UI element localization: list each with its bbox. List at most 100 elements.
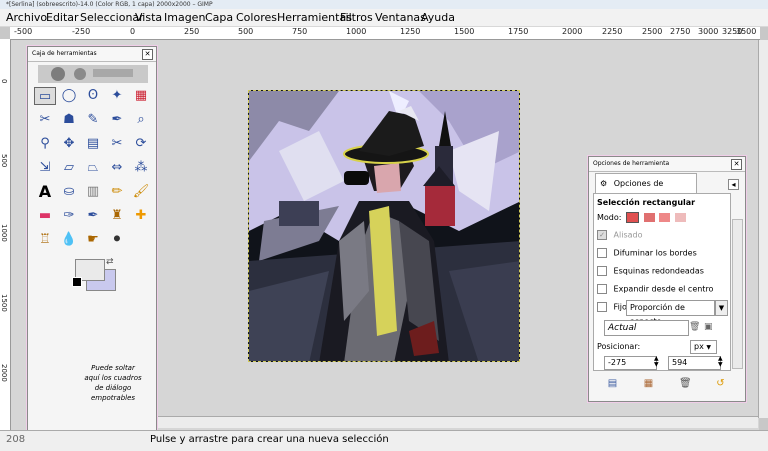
- antialias-checkbox[interactable]: ✓: [597, 230, 607, 240]
- tab-menu-icon[interactable]: ◂: [728, 179, 739, 190]
- vertical-ruler[interactable]: 0 500 1000 1500 2000: [0, 39, 11, 431]
- select-by-color-icon[interactable]: ▦: [130, 87, 152, 105]
- delete-icon[interactable]: 🗑: [679, 379, 692, 389]
- menu-imagen[interactable]: Imagen: [164, 11, 205, 24]
- cage-icon[interactable]: ⁂: [130, 159, 152, 177]
- fuzzy-select-icon[interactable]: ✦: [106, 87, 128, 105]
- paintbrush-icon[interactable]: 🖌: [130, 183, 152, 201]
- ellipse-select-icon[interactable]: ◯: [58, 87, 80, 105]
- trash-icon[interactable]: 🗑: [689, 322, 700, 332]
- position-y-input[interactable]: 594: [668, 356, 721, 370]
- scale-icon[interactable]: ⇲: [34, 159, 56, 177]
- paths-icon[interactable]: ✎: [82, 111, 104, 129]
- menu-archivo[interactable]: Archivo: [6, 11, 47, 24]
- ruler-label: 2750: [670, 27, 691, 36]
- rounded-checkbox[interactable]: [597, 266, 607, 276]
- rect-select-icon[interactable]: ▭: [34, 87, 56, 105]
- airbrush-icon[interactable]: ✑: [58, 207, 80, 225]
- status-bar: 208 Pulse y arrastre para crear una nuev…: [0, 430, 768, 451]
- ruler-label: 1500: [454, 27, 475, 36]
- fixed-option[interactable]: Fijo:: [597, 302, 630, 312]
- ruler-label: 500: [238, 27, 254, 36]
- vertical-scrollbar[interactable]: [758, 40, 768, 418]
- close-icon[interactable]: ✕: [731, 159, 742, 170]
- chevron-down-icon[interactable]: ▼: [715, 300, 728, 316]
- mode-replace-icon[interactable]: [626, 212, 640, 223]
- move-icon[interactable]: ✥: [58, 135, 80, 153]
- ruler-label: 0: [130, 27, 136, 36]
- menu-colores[interactable]: Colores: [236, 11, 277, 24]
- antialias-label: Alisado: [613, 230, 643, 240]
- mode-intersect-icon[interactable]: [674, 213, 686, 222]
- blur-icon[interactable]: 💧: [58, 231, 80, 249]
- window-title-bar: *[Serlina] (sobreescrito)-14.0 (Color RG…: [0, 0, 768, 9]
- perspective-icon[interactable]: ⏢: [82, 159, 104, 177]
- rounded-option[interactable]: Esquinas redondeadas: [597, 266, 704, 276]
- swap-colors-icon[interactable]: ⇄: [106, 257, 114, 267]
- tool-name: Selección rectangular: [597, 198, 696, 207]
- antialias-option[interactable]: ✓ Alisado: [597, 230, 643, 240]
- restore-icon[interactable]: ▦: [643, 379, 654, 389]
- smudge-icon[interactable]: ☛: [82, 231, 104, 249]
- perspective-clone-icon[interactable]: ♖: [34, 231, 56, 249]
- menu-ayuda[interactable]: Ayuda: [421, 11, 455, 24]
- feather-option[interactable]: Difuminar los bordes: [597, 248, 697, 258]
- pencil-icon[interactable]: ✏: [106, 183, 128, 201]
- menu-ventanas[interactable]: Ventanas: [375, 11, 426, 24]
- close-icon[interactable]: ✕: [142, 49, 153, 60]
- options-footer: ▤ ▦ 🗑 ↺: [593, 375, 737, 395]
- fixed-checkbox[interactable]: [597, 302, 607, 312]
- heal-icon[interactable]: ✚: [130, 207, 152, 225]
- artwork-image: [249, 91, 519, 361]
- status-message: Pulse y arrastre para crear una nueva se…: [150, 434, 389, 445]
- ink-icon[interactable]: ✒: [82, 207, 104, 225]
- bucket-fill-icon[interactable]: ⛀: [58, 183, 80, 201]
- zoom-icon[interactable]: ⌕: [130, 111, 152, 129]
- expand-checkbox[interactable]: [597, 284, 607, 294]
- scissors-icon[interactable]: ✂: [34, 111, 56, 129]
- clone-icon[interactable]: ♜: [106, 207, 128, 225]
- image-icon[interactable]: ▣: [704, 322, 713, 332]
- tool-options-body: Selección rectangular Modo: ✓ Alisado Di…: [593, 193, 731, 371]
- measure-icon[interactable]: ⚲: [34, 135, 56, 153]
- crop-icon[interactable]: ✂: [106, 135, 128, 153]
- fixed-select[interactable]: Proporción de aspecto: [626, 300, 715, 326]
- text-icon[interactable]: A: [34, 183, 56, 201]
- dodge-burn-icon[interactable]: ⚫: [106, 231, 128, 249]
- menu-vista[interactable]: Vista: [135, 11, 162, 24]
- expand-option[interactable]: Expandir desde el centro: [597, 284, 713, 294]
- blend-icon[interactable]: ▥: [82, 183, 104, 201]
- mode-subtract-icon[interactable]: [659, 213, 671, 222]
- menu-editar[interactable]: Editar: [46, 11, 79, 24]
- reset-icon[interactable]: ↺: [715, 379, 726, 389]
- eraser-icon[interactable]: ▬: [34, 207, 56, 225]
- options-scrollbar[interactable]: [732, 219, 743, 369]
- rotate-icon[interactable]: ⟳: [130, 135, 152, 153]
- menu-capa[interactable]: Capa: [205, 11, 233, 24]
- spin-y-icon[interactable]: ▲ ▼: [718, 356, 723, 368]
- default-colors-icon[interactable]: [72, 277, 82, 287]
- horizontal-ruler[interactable]: -500 -250 0 250 500 750 1000 1250 1500 1…: [10, 27, 760, 40]
- foreground-select-icon[interactable]: ☗: [58, 111, 80, 129]
- flip-icon[interactable]: ⇔: [106, 159, 128, 177]
- save-icon[interactable]: ▤: [607, 379, 618, 389]
- horizontal-scrollbar[interactable]: [156, 416, 758, 428]
- shear-icon[interactable]: ▱: [58, 159, 80, 177]
- align-icon[interactable]: ▤: [82, 135, 104, 153]
- tab-tool-options[interactable]: ⚙ Opciones de herramienta: [595, 173, 697, 208]
- menu-filtros[interactable]: Filtros: [340, 11, 373, 24]
- spin-x-icon[interactable]: ▲ ▼: [654, 356, 659, 368]
- ruler-label: 1500: [0, 294, 8, 312]
- mode-add-icon[interactable]: [643, 213, 655, 222]
- current-field[interactable]: Actual: [604, 320, 689, 336]
- image-canvas[interactable]: [248, 90, 520, 362]
- lasso-icon[interactable]: ʘ: [82, 87, 104, 105]
- unit-select[interactable]: px ▼: [690, 340, 717, 354]
- toolbox-panel: Caja de herramientas ✕ ▭ ◯ ʘ ✦ ▦ ✂ ☗ ✎ ✒…: [27, 46, 157, 450]
- feather-label: Difuminar los bordes: [613, 248, 697, 258]
- position-x-input[interactable]: -275: [604, 356, 657, 370]
- ruler-label: 1000: [0, 224, 8, 242]
- ruler-label: 2000: [562, 27, 583, 36]
- color-picker-icon[interactable]: ✒: [106, 111, 128, 129]
- feather-checkbox[interactable]: [597, 248, 607, 258]
